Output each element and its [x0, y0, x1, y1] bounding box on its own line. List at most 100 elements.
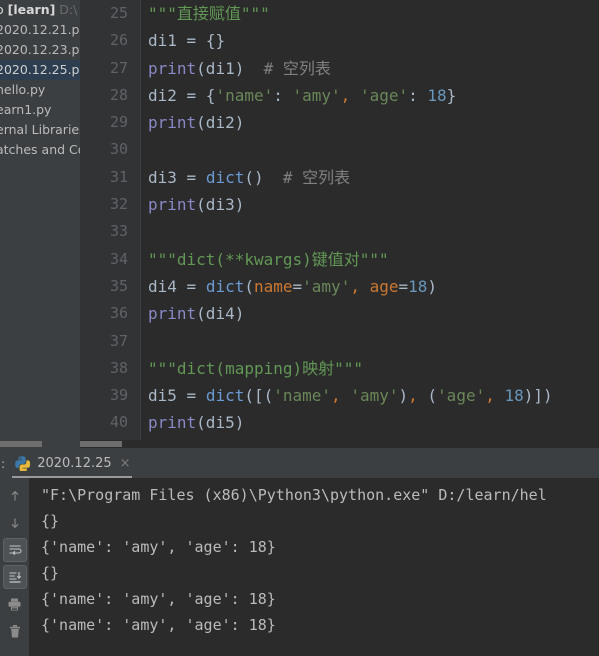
- pycharm-window: o [learn] D:\ 2020.12.21.py 2020.12.23.py 2…: [0, 0, 599, 656]
- console-output-line-0: "F:\Program Files (x86)\Python3\python.e…: [41, 486, 547, 504]
- editor-scrollbar-thumb[interactable]: [80, 441, 122, 447]
- project-tree-item-0[interactable]: 2020.12.21.py: [0, 20, 80, 40]
- code-line-26[interactable]: di1 = {}: [141, 27, 599, 54]
- trash-button[interactable]: [3, 619, 27, 643]
- project-tree[interactable]: o [learn] D:\ 2020.12.21.py 2020.12.23.py 2…: [0, 0, 80, 160]
- code-token: )]): [523, 386, 553, 406]
- run-tab-2020-12-25[interactable]: 2020.12.25 ×: [15, 448, 136, 478]
- code-token: (di5): [196, 413, 245, 433]
- code-line-34[interactable]: """dict(**kwargs)键值对""": [141, 246, 599, 273]
- project-tree-item-2[interactable]: 2020.12.25.py: [0, 60, 80, 80]
- console-area: "F:\Program Files (x86)\Python3\python.e…: [0, 478, 599, 656]
- code-token: 'name': [273, 386, 332, 406]
- project-tree-item-4[interactable]: earn1.py: [0, 100, 80, 120]
- soft-wrap-button[interactable]: [2, 538, 27, 562]
- run-window-label: :: [1, 455, 6, 471]
- code-line-37[interactable]: [141, 328, 599, 355]
- code-line-39[interactable]: di5 = dict([('name', 'amy'), ('age', 18)…: [141, 382, 599, 409]
- run-tab-bar: : 2020.12.25 ×: [0, 448, 599, 478]
- code-token: print: [148, 413, 197, 433]
- project-tree-item-5[interactable]: ernal Libraries: [0, 120, 80, 140]
- code-token: ): [398, 386, 409, 406]
- project-tree-root[interactable]: o [learn] D:\: [0, 0, 80, 20]
- code-line-33[interactable]: [141, 218, 599, 245]
- line-number: 38: [109, 358, 128, 377]
- code-line-27[interactable]: print(di1) # 空列表: [141, 55, 599, 82]
- code-line-25[interactable]: """直接赋值""": [141, 0, 599, 27]
- code-token: # 空列表: [244, 58, 331, 78]
- code-line-31[interactable]: di3 = dict() # 空列表: [141, 164, 599, 191]
- code-line-40[interactable]: print(di5): [141, 409, 599, 436]
- editor-horizontal-scrollbar[interactable]: [80, 440, 599, 448]
- project-tree-item-label: earn1.py: [0, 102, 52, 117]
- code-line-38[interactable]: """dict(mapping)映射""": [141, 355, 599, 382]
- project-tree-item-label: atches and Co: [0, 142, 80, 157]
- code-line-32[interactable]: print(di3): [141, 191, 599, 218]
- code-token: =: [176, 167, 206, 187]
- code-token: (): [244, 167, 264, 187]
- close-icon[interactable]: ×: [120, 457, 131, 470]
- code-line-36[interactable]: print(di4): [141, 300, 599, 327]
- scroll-to-end-button[interactable]: [2, 565, 27, 589]
- line-number: 27: [109, 58, 128, 77]
- project-tree-panel[interactable]: o [learn] D:\ 2020.12.21.py 2020.12.23.py 2…: [0, 0, 80, 448]
- code-token: di4: [148, 276, 177, 296]
- code-token: print: [148, 58, 197, 78]
- code-token: 'age': [359, 85, 409, 105]
- line-number: 37: [109, 331, 128, 350]
- print-button[interactable]: [3, 592, 27, 616]
- down-arrow-button[interactable]: [3, 511, 27, 535]
- console-toolbar[interactable]: [0, 478, 29, 656]
- soft-wrap-icon: [9, 545, 22, 556]
- run-tool-window: : 2020.12.25 × "F:\Program Files (x86)\P…: [0, 448, 599, 656]
- code-token: 'age': [437, 386, 486, 406]
- code-token: """dict(mapping)映射""": [148, 358, 364, 378]
- line-number: 36: [109, 304, 128, 323]
- code-token: name: [253, 276, 293, 296]
- run-tab-label: 2020.12.25: [37, 455, 112, 471]
- code-line-35[interactable]: di4 = dict(name='amy', age=18): [141, 273, 599, 300]
- project-tree-item-3[interactable]: hello.py: [0, 80, 80, 100]
- code-line-30[interactable]: [141, 136, 599, 163]
- sidebar-scrollbar-thumb[interactable]: [0, 441, 42, 447]
- code-editor[interactable]: 25 26 27 28 29 30 31 32 33 34 35 36 37 38 39 40 """直接赋值…: [80, 0, 599, 448]
- project-tree-item-label: 2020.12.23.py: [0, 42, 80, 57]
- python-icon: [15, 456, 31, 471]
- project-tree-item-label: 2020.12.21.py: [0, 22, 80, 37]
- project-tree-item-6[interactable]: atches and Co: [0, 140, 80, 160]
- code-token: :: [273, 85, 293, 105]
- code-token: """dict(**kwargs)键值对""": [148, 249, 389, 269]
- code-token: dict: [205, 276, 245, 296]
- code-token: =: [176, 31, 206, 51]
- line-number: 33: [109, 222, 128, 241]
- project-tree-item-1[interactable]: 2020.12.23.py: [0, 40, 80, 60]
- line-number: 35: [109, 276, 128, 295]
- code-token: (di2): [196, 113, 245, 133]
- code-token: ,: [340, 85, 351, 105]
- code-token: di5: [148, 386, 177, 406]
- up-arrow-button[interactable]: [3, 484, 27, 508]
- console-output[interactable]: "F:\Program Files (x86)\Python3\python.e…: [29, 478, 599, 656]
- code-token: di2: [148, 85, 177, 105]
- line-number: 34: [109, 249, 128, 268]
- code-token: dict: [205, 386, 245, 406]
- code-token: di1: [148, 31, 177, 51]
- line-number: 32: [109, 195, 128, 214]
- code-line-28[interactable]: di2 = {'name': 'amy', 'age': 18}: [141, 82, 599, 109]
- line-number: 26: [109, 31, 128, 50]
- code-token: =: [176, 276, 206, 296]
- code-token: (di4): [196, 304, 245, 324]
- line-number: 39: [109, 386, 128, 405]
- code-token: =: [292, 276, 303, 296]
- sidebar-horizontal-scrollbar[interactable]: [0, 440, 80, 448]
- code-token: 'name': [215, 85, 274, 105]
- code-token: print: [148, 195, 197, 215]
- code-line-29[interactable]: print(di2): [141, 109, 599, 136]
- code-token: 'amy': [302, 276, 351, 296]
- code-content[interactable]: """直接赋值""" di1 = {} print(di1) # 空列表 di2 = …: [141, 0, 599, 440]
- line-number: 40: [109, 413, 128, 432]
